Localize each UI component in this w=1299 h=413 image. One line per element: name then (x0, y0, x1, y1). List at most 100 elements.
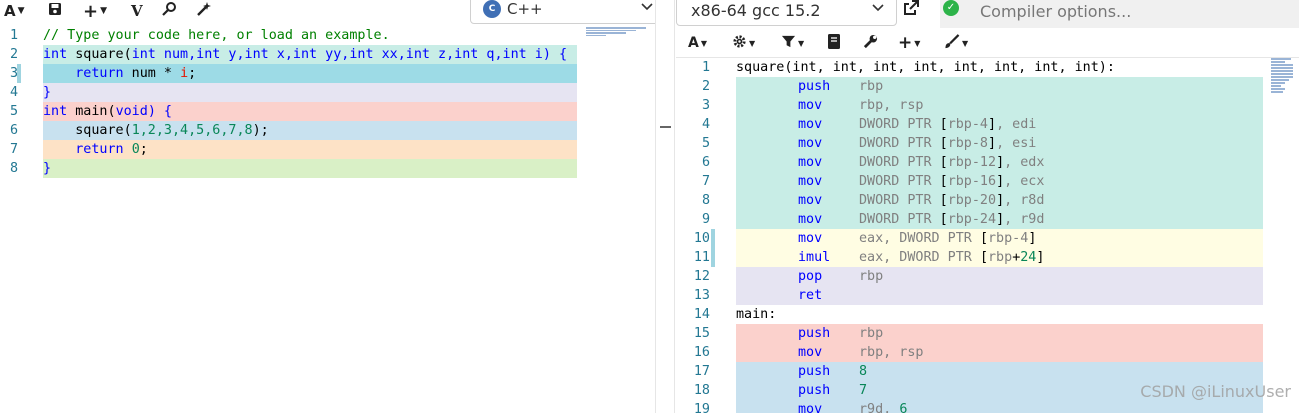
line-number: 2 (9, 47, 18, 62)
compiler-name: x86-64 gcc 15.2 (691, 0, 821, 20)
asm-instruction-line[interactable]: 2 push rbp (676, 77, 1299, 96)
chevron-down-icon: ▼ (962, 38, 969, 48)
source-line[interactable]: 8} (0, 159, 655, 178)
pane-splitter[interactable] (655, 0, 675, 413)
source-line[interactable]: 4} (0, 83, 655, 102)
asm-opcode: pop (798, 269, 823, 284)
asm-instruction-line[interactable]: 11 imul eax, DWORD PTR [rbp+24] (676, 248, 1299, 267)
wrench-icon (863, 34, 878, 53)
add-pane-button[interactable]: + ▼ (83, 0, 107, 22)
asm-instruction-line[interactable]: 17 push 8 (676, 362, 1299, 381)
line-number: 14 (693, 307, 710, 322)
line-number: 5 (701, 136, 710, 151)
line-number: 17 (693, 364, 710, 379)
source-editor-pane: A ▼ + ▼ V C C++ 1 // Type your code here… (0, 0, 668, 413)
chevron-down-icon: ▼ (914, 38, 921, 48)
asm-instruction-line[interactable]: 15 push rbp (676, 324, 1299, 343)
asm-instruction-line[interactable]: 12 pop rbp (676, 267, 1299, 286)
asm-instruction-line[interactable]: 16 mov rbp, rsp (676, 343, 1299, 362)
asm-opcode: push (798, 364, 831, 379)
line-number: 10 (693, 231, 710, 246)
libraries-button[interactable] (828, 33, 841, 53)
asm-instruction-line[interactable]: 6 mov DWORD PTR [rbp-12], edx (676, 153, 1299, 172)
asm-label-line[interactable]: 14 main: (676, 305, 1299, 324)
asm-opcode: imul (798, 250, 831, 265)
format-code-button[interactable] (196, 0, 212, 22)
code-text: int square(int num,int y,int x,int yy,in… (43, 47, 568, 62)
asm-instruction-line[interactable]: 3 mov rbp, rsp (676, 96, 1299, 115)
assembly-minimap[interactable] (1271, 58, 1299, 118)
line-number: 3 (9, 66, 18, 81)
font-size-label: A (4, 2, 16, 20)
chevron-down-icon (641, 1, 653, 14)
magic-wand-icon (196, 1, 212, 21)
line-number: 2 (701, 79, 710, 94)
line-number: 11 (693, 250, 710, 265)
asm-label-line[interactable]: 1 square(int, int, int, int, int, int, in… (676, 58, 1299, 77)
source-line[interactable]: 6 square(1,2,3,4,5,6,7,8); (0, 121, 655, 140)
font-size-button[interactable]: A ▼ (4, 0, 25, 22)
asm-label: square(int, int, int, int, int, int, int… (736, 60, 1115, 75)
popout-button[interactable] (903, 0, 925, 20)
asm-label: main: (736, 307, 777, 322)
asm-instruction-line[interactable]: 10 mov eax, DWORD PTR [rbp-4] (676, 229, 1299, 248)
line-number: 8 (9, 161, 18, 176)
asm-instruction-line[interactable]: 9 mov DWORD PTR [rbp-24], r9d (676, 210, 1299, 229)
output-settings-button[interactable]: ▼ (732, 33, 755, 53)
chevron-down-icon: ▼ (700, 38, 707, 48)
brush-button[interactable]: ▼ (944, 33, 968, 53)
language-label: C++ (507, 0, 543, 18)
asm-operands: rbp (859, 79, 884, 94)
splitter-grip[interactable] (660, 126, 671, 128)
asm-operands: rbp (859, 326, 884, 341)
asm-opcode: mov (798, 155, 823, 170)
language-select[interactable]: C C++ (470, 0, 668, 24)
source-code-editor[interactable]: 1 // Type your code here, or load an exam… (0, 26, 655, 413)
asm-opcode: mov (798, 174, 823, 189)
linked-line-marker (711, 248, 715, 267)
search-code-icon (162, 1, 178, 21)
asm-operands: DWORD PTR [rbp-4], edi (859, 117, 1037, 132)
add-new-button[interactable]: + ▼ (898, 33, 920, 53)
line-number: 5 (9, 104, 18, 119)
source-line[interactable]: 3 return num * i; (0, 64, 655, 83)
asm-instruction-line[interactable]: 8 mov DWORD PTR [rbp-20], r8d (676, 191, 1299, 210)
asm-opcode: mov (798, 402, 823, 413)
asm-instruction-line[interactable]: 19 mov r9d, 6 (676, 400, 1299, 413)
asm-opcode: push (798, 326, 831, 341)
quick-search-button[interactable] (162, 0, 178, 22)
line-number: 3 (701, 98, 710, 113)
assembly-output[interactable]: 1 square(int, int, int, int, int, int, in… (676, 58, 1299, 413)
asm-instruction-line[interactable]: 5 mov DWORD PTR [rbp-8], esi (676, 134, 1299, 153)
asm-instruction-line[interactable]: 7 mov DWORD PTR [rbp-16], ecx (676, 172, 1299, 191)
compiler-select[interactable]: x86-64 gcc 15.2 (676, 0, 897, 26)
source-line[interactable]: 2 int square(int num,int y,int x,int yy,i… (0, 45, 655, 64)
compiler-header: x86-64 gcc 15.2 ✓ Compiler options... (676, 0, 1299, 28)
chevron-down-icon (872, 2, 884, 15)
line-number: 18 (693, 383, 710, 398)
asm-opcode: ret (798, 288, 823, 303)
asm-operands: rbp, rsp (859, 345, 924, 360)
asm-opcode: mov (798, 193, 823, 208)
chevron-down-icon: ▼ (749, 38, 756, 48)
asm-instruction-line[interactable]: 13 ret (676, 286, 1299, 305)
compiler-options-input[interactable]: Compiler options... (970, 0, 1299, 28)
watermark: CSDN @iLinuxUser (1140, 382, 1291, 401)
line-number: 19 (693, 402, 710, 413)
filter-button[interactable]: ▼ (781, 33, 804, 53)
source-line[interactable]: 5 int main(void) { (0, 102, 655, 121)
code-text: int main(void) { (43, 104, 172, 119)
source-line[interactable]: 7 return 0; (0, 140, 655, 159)
source-line[interactable]: 1 // Type your code here, or load an exam… (0, 26, 655, 45)
vim-mode-button[interactable]: V (131, 0, 143, 22)
output-toolbar: A ▼ ▼ ▼ + ▼ ▼ (676, 28, 1299, 58)
output-font-button[interactable]: A ▼ (688, 33, 707, 53)
code-text: square(1,2,3,4,5,6,7,8); (75, 123, 269, 138)
asm-instruction-line[interactable]: 4 mov DWORD PTR [rbp-4], edi (676, 115, 1299, 134)
source-minimap[interactable] (586, 27, 650, 43)
brush-icon (944, 33, 960, 53)
tools-button[interactable] (863, 33, 878, 53)
vim-icon: V (131, 2, 143, 20)
asm-operands: 7 (859, 383, 868, 398)
save-button[interactable] (48, 0, 62, 22)
